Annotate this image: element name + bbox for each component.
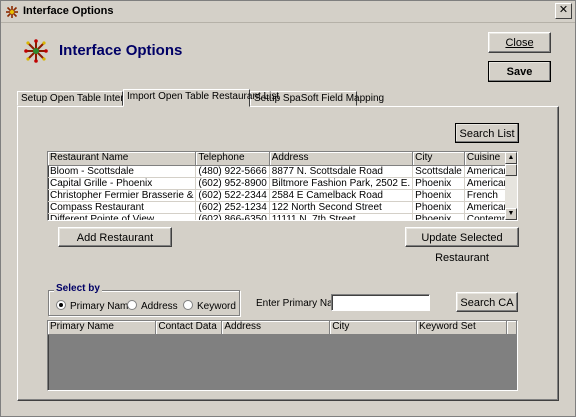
radio-keyword[interactable]: Keyword — [183, 300, 236, 312]
radio-primary-name-label: Primary Name — [70, 301, 134, 312]
update-selected-restaurant-button[interactable]: Update Selected Restaurant — [405, 227, 519, 264]
restaurant-header-row: Restaurant Name Telephone Address City C… — [48, 152, 517, 166]
table-row[interactable]: Different Pointe of View (602) 866-6350 … — [48, 213, 517, 220]
restaurant-name-cell: Different Pointe of View — [48, 213, 197, 220]
column-header[interactable]: Primary Name — [48, 321, 157, 335]
restaurant-name-cell: Compass Restaurant — [48, 201, 197, 214]
vertical-scrollbar[interactable]: ▲ ▼ — [505, 152, 517, 220]
table-row[interactable]: Christopher Fermier Brasserie & (602) 52… — [48, 189, 517, 202]
page-heading: Interface Options — [59, 42, 183, 59]
telephone-cell: (602) 952-8900 — [195, 177, 270, 190]
column-header[interactable]: Telephone — [195, 152, 270, 166]
add-restaurant-label: Add Restaurant — [76, 232, 154, 244]
address-cell: 8877 N. Scottsdale Road — [269, 165, 414, 178]
search-ca-label: Search CA — [460, 297, 514, 309]
city-cell: Phoenix — [412, 189, 465, 202]
restaurant-grid[interactable]: Restaurant Name Telephone Address City C… — [47, 151, 518, 221]
title-bar: Interface Options ✕ — [1, 1, 575, 23]
column-header[interactable]: Address — [221, 321, 331, 335]
tab-setup-open-table[interactable]: Setup Open Table Interface — [17, 91, 143, 106]
column-header[interactable]: City — [329, 321, 418, 335]
add-restaurant-button[interactable]: Add Restaurant — [58, 227, 172, 247]
city-cell: Phoenix — [412, 213, 465, 220]
city-cell: Phoenix — [412, 201, 465, 214]
restaurant-table: Restaurant Name Telephone Address City C… — [48, 152, 517, 220]
radio-primary-name[interactable]: Primary Name — [56, 300, 134, 312]
radio-icon — [127, 300, 137, 310]
column-header[interactable]: Keyword Set — [416, 321, 507, 335]
search-list-button[interactable]: Search List — [455, 123, 519, 143]
column-header[interactable]: City — [412, 152, 465, 166]
search-list-label: Search List — [459, 128, 515, 140]
address-cell: Biltmore Fashion Park, 2502 E. — [269, 177, 414, 190]
tab-import-restaurant-list[interactable]: Import Open Table Restaurant List — [123, 89, 279, 107]
city-cell: Phoenix — [412, 177, 465, 190]
column-header[interactable]: Contact Data — [155, 321, 223, 335]
search-ca-button[interactable]: Search CA — [456, 292, 518, 312]
select-by-label: Select by — [54, 283, 102, 294]
save-button[interactable]: Save — [488, 61, 551, 82]
column-header[interactable]: Address — [269, 152, 414, 166]
window-title: Interface Options — [23, 5, 114, 17]
radio-address-label: Address — [141, 301, 178, 312]
app-icon — [6, 6, 18, 18]
select-by-group: Select by Primary Name Address Keyword — [48, 283, 240, 316]
scroll-down-icon[interactable]: ▼ — [505, 208, 517, 220]
close-button[interactable]: Close — [488, 32, 551, 53]
column-header[interactable]: Restaurant Name — [48, 152, 197, 166]
radio-address[interactable]: Address — [127, 300, 178, 312]
snowflake-icon — [24, 39, 48, 63]
restaurant-name-cell: Bloom - Scottsdale — [48, 165, 197, 178]
results-table: Primary Name Contact Data Address City K… — [48, 321, 517, 335]
telephone-cell: (602) 522-2344 — [195, 189, 270, 202]
radio-icon — [183, 300, 193, 310]
address-cell: 122 North Second Street — [269, 201, 414, 214]
telephone-cell: (480) 922-5666 — [195, 165, 270, 178]
table-row[interactable]: Compass Restaurant (602) 252-1234 122 No… — [48, 201, 517, 214]
address-cell: 2584 E Camelback Road — [269, 189, 414, 202]
close-button-label: Close — [505, 37, 534, 49]
telephone-cell: (602) 866-6350 — [195, 213, 270, 220]
telephone-cell: (602) 252-1234 — [195, 201, 270, 214]
primary-name-input[interactable] — [331, 294, 430, 311]
column-header-filler — [506, 321, 517, 335]
interface-options-window: Interface Options ✕ Interface Options Cl… — [0, 0, 576, 417]
restaurant-name-cell: Capital Grille - Phoenix — [48, 177, 197, 190]
restaurant-name-cell: Christopher Fermier Brasserie & — [48, 189, 197, 202]
results-grid[interactable]: Primary Name Contact Data Address City K… — [47, 320, 518, 391]
close-icon[interactable]: ✕ — [555, 3, 572, 19]
address-cell: 11111 N. 7th Street — [269, 213, 414, 220]
radio-keyword-label: Keyword — [197, 301, 236, 312]
results-header-row: Primary Name Contact Data Address City K… — [48, 321, 517, 335]
scroll-thumb[interactable] — [505, 164, 517, 176]
scroll-up-icon[interactable]: ▲ — [505, 152, 517, 164]
table-row[interactable]: Capital Grille - Phoenix (602) 952-8900 … — [48, 177, 517, 190]
table-row[interactable]: Bloom - Scottsdale (480) 922-5666 8877 N… — [48, 165, 517, 178]
radio-selected-icon — [56, 300, 66, 310]
city-cell: Scottsdale — [412, 165, 465, 178]
save-button-label: Save — [506, 66, 533, 78]
